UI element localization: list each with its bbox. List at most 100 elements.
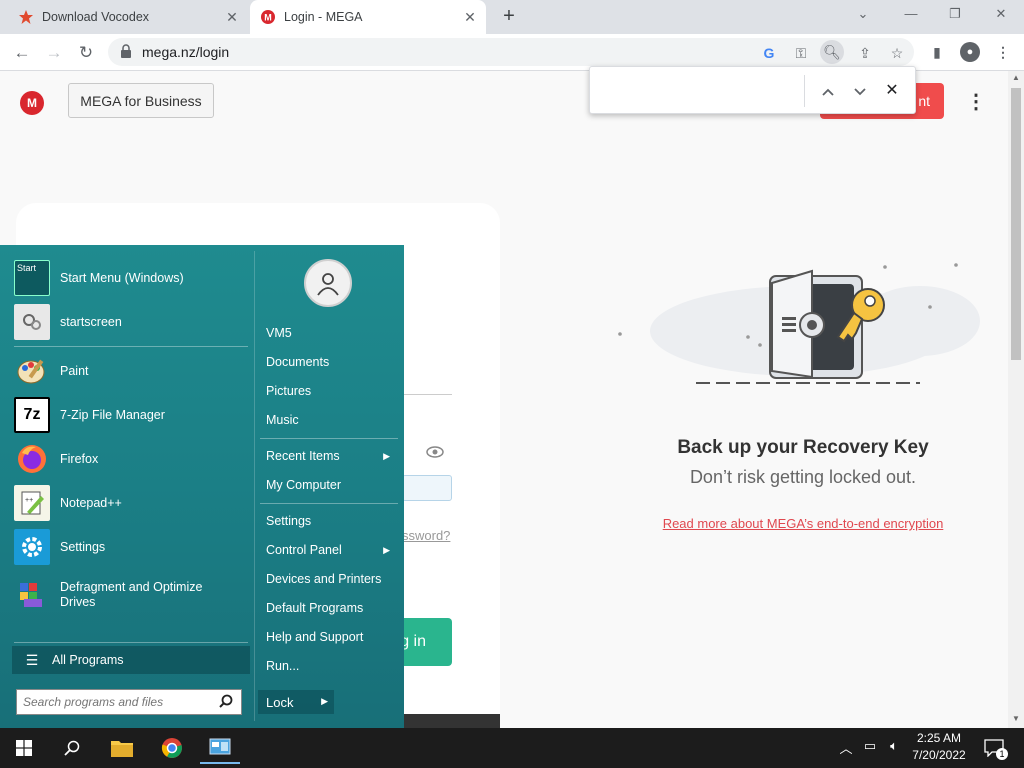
kebab-menu-icon[interactable]: ⋮ — [966, 91, 986, 115]
new-tab-button[interactable]: + — [498, 6, 520, 28]
7zip-icon: 7z — [14, 397, 50, 433]
firefox-icon — [14, 441, 50, 477]
place-pictures[interactable]: Pictures — [260, 379, 398, 403]
find-next-button[interactable] — [850, 81, 870, 101]
tab-login-mega[interactable]: M Login - MEGA ✕ — [250, 0, 486, 34]
place-my-computer[interactable]: My Computer — [260, 473, 398, 497]
eye-icon[interactable] — [426, 445, 446, 461]
encryption-link[interactable]: Read more about MEGA’s end-to-end encryp… — [603, 516, 1003, 531]
tab-search-icon[interactable]: ⌄ — [852, 6, 874, 26]
lock-options-arrow-icon[interactable]: ▶ — [321, 696, 328, 707]
clock-time[interactable]: 2:25 AM — [907, 731, 971, 745]
scroll-up-icon[interactable]: ▲ — [1012, 73, 1020, 82]
program-start-menu-windows[interactable]: Start Start Menu (Windows) — [14, 257, 248, 299]
place-music[interactable]: Music — [260, 408, 398, 432]
find-input[interactable] — [598, 77, 798, 105]
user-avatar[interactable] — [304, 259, 352, 307]
program-startscreen[interactable]: startscreen — [14, 301, 248, 343]
key-icon[interactable]: ⚿ — [792, 44, 810, 62]
lock-label: Lock — [266, 694, 294, 710]
start-menu-icon: Start — [14, 260, 50, 296]
place-label: Recent Items — [266, 449, 340, 463]
find-icon[interactable]: 🔍︎ — [820, 40, 844, 64]
password-field[interactable] — [402, 475, 452, 501]
scrollbar-thumb[interactable] — [1011, 88, 1021, 360]
tab-download-vocodex[interactable]: Download Vocodex ✕ — [8, 0, 248, 34]
find-previous-button[interactable] — [818, 81, 838, 101]
program-settings[interactable]: Settings — [14, 526, 248, 568]
card-footer — [404, 714, 500, 728]
scroll-down-icon[interactable]: ▼ — [1012, 714, 1020, 723]
network-icon[interactable]: ▭ — [860, 738, 880, 754]
forward-icon[interactable]: → — [42, 41, 66, 65]
menu-icon[interactable]: ⋮ — [994, 43, 1012, 61]
close-tab-icon[interactable]: ✕ — [224, 9, 240, 25]
find-bar: ✕ — [589, 66, 916, 114]
separator — [260, 503, 398, 504]
submenu-arrow-icon: ▶ — [383, 544, 390, 555]
lock-button[interactable]: Lock ▶ — [258, 690, 334, 714]
separator — [14, 346, 248, 347]
place-default-programs[interactable]: Default Programs — [260, 596, 398, 620]
reload-icon[interactable]: ↻ — [74, 41, 98, 65]
chrome-icon[interactable] — [152, 732, 192, 764]
svg-text:++: ++ — [25, 497, 33, 504]
windows-start-icon[interactable] — [4, 732, 44, 764]
place-help-support[interactable]: Help and Support — [260, 625, 398, 649]
tab-strip: Download Vocodex ✕ M Login - MEGA ✕ + ⌄ … — [0, 0, 1024, 34]
place-user[interactable]: VM5 — [260, 321, 398, 345]
program-7zip[interactable]: 7z 7-Zip File Manager — [14, 394, 248, 436]
notification-badge: 1 — [996, 748, 1008, 760]
profile-icon[interactable]: ● — [960, 42, 980, 62]
program-defragment[interactable]: Defragment and Optimize Drives — [14, 570, 248, 620]
start-search-input[interactable] — [21, 693, 211, 711]
minimize-icon[interactable]: — — [900, 6, 922, 26]
mega-for-business-button[interactable]: MEGA for Business — [68, 83, 214, 118]
place-documents[interactable]: Documents — [260, 350, 398, 374]
forgot-password-link[interactable]: ssword? — [402, 528, 450, 543]
search-icon[interactable] — [52, 732, 92, 764]
recovery-key-subtitle: Don’t risk getting locked out. — [689, 467, 917, 487]
bookmark-star-icon[interactable]: ☆ — [888, 44, 906, 62]
all-programs-button[interactable]: ☰ All Programs — [12, 646, 250, 674]
notification-icon[interactable]: 1 — [978, 732, 1010, 764]
place-control-panel[interactable]: Control Panel ▶ — [260, 538, 398, 562]
email-field-underline — [402, 394, 452, 395]
side-panel-icon[interactable]: ▮ — [928, 43, 946, 61]
place-recent-items[interactable]: Recent Items ▶ — [260, 444, 398, 468]
start-menu-divider — [254, 251, 255, 721]
find-separator — [804, 75, 805, 107]
all-programs-label: All Programs — [52, 653, 124, 667]
close-tab-icon[interactable]: ✕ — [462, 9, 478, 25]
share-icon[interactable]: ⇪ — [856, 44, 874, 62]
start-search-box[interactable] — [16, 689, 242, 715]
place-devices-printers[interactable]: Devices and Printers — [260, 567, 398, 591]
clock-date[interactable]: 7/20/2022 — [907, 748, 971, 762]
program-label: Defragment and Optimize Drives — [60, 580, 203, 609]
place-settings[interactable]: Settings — [260, 509, 398, 533]
tab-title: Login - MEGA — [284, 10, 363, 24]
find-close-button[interactable]: ✕ — [882, 81, 902, 101]
program-label: Notepad++ — [60, 496, 122, 510]
address-bar[interactable]: mega.nz/login G ⚿ 🔍︎ ⇪ ☆ — [108, 38, 914, 66]
startscreen-icon — [14, 304, 50, 340]
volume-icon[interactable]: 🔈︎ — [884, 738, 904, 754]
place-label: Control Panel — [266, 543, 342, 557]
lock-icon[interactable] — [120, 44, 132, 58]
restore-icon[interactable]: ❐ — [944, 6, 966, 26]
mega-logo[interactable]: M — [20, 91, 44, 115]
close-window-icon[interactable]: ✕ — [990, 6, 1012, 26]
chevron-up-icon[interactable]: ︿ — [836, 738, 856, 757]
program-notepadpp[interactable]: ++ Notepad++ — [14, 482, 248, 524]
back-icon[interactable]: ← — [10, 41, 34, 65]
google-icon[interactable]: G — [760, 44, 778, 62]
url-text[interactable]: mega.nz/login — [142, 44, 229, 60]
program-firefox[interactable]: Firefox — [14, 438, 248, 480]
program-paint[interactable]: Paint — [14, 350, 248, 392]
paint-icon — [14, 353, 50, 389]
place-run[interactable]: Run... — [260, 654, 398, 678]
taskbar: ︿ ▭ 🔈︎ 2:25 AM 7/20/2022 1 — [0, 728, 1024, 768]
search-icon[interactable] — [219, 694, 235, 710]
file-explorer-icon[interactable] — [102, 732, 142, 764]
control-panel-taskbar-icon[interactable] — [200, 732, 240, 764]
